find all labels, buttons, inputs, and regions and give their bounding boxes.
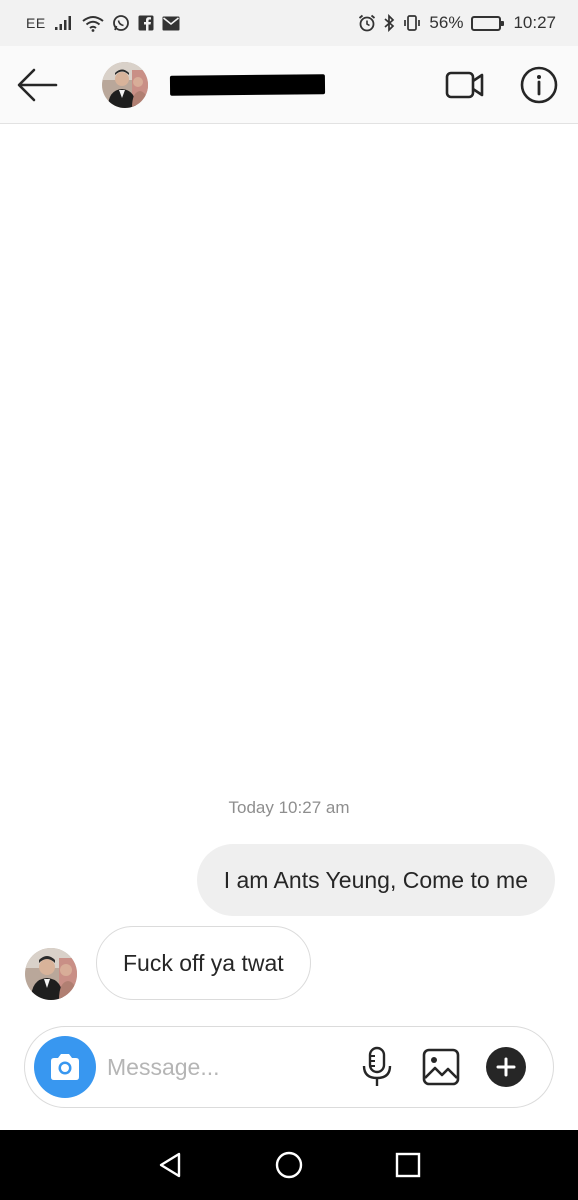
outgoing-message-text: I am Ants Yeung, Come to me <box>223 866 528 893</box>
gallery-button[interactable] <box>421 1047 461 1087</box>
contact-avatar[interactable] <box>102 62 148 108</box>
system-navigation-bar <box>0 1130 578 1200</box>
carrier-label: EE <box>26 15 46 31</box>
battery-percent: 56% <box>429 13 464 32</box>
back-button[interactable] <box>16 65 60 105</box>
bluetooth-icon <box>384 14 395 32</box>
back-arrow-icon <box>17 68 58 102</box>
more-options-button[interactable] <box>486 1047 526 1087</box>
microphone-icon <box>362 1046 392 1086</box>
info-button[interactable] <box>518 64 560 106</box>
vibrate-icon <box>403 14 421 32</box>
nav-back-icon <box>159 1152 180 1178</box>
message-timestamp: Today 10:27 am <box>228 798 350 817</box>
alarm-icon <box>358 14 376 32</box>
message-composer <box>24 1026 554 1108</box>
camera-icon <box>51 1054 79 1080</box>
gallery-icon <box>422 1048 460 1086</box>
nav-home-button[interactable] <box>267 1143 311 1187</box>
wifi-icon <box>82 15 104 32</box>
contact-name-redacted[interactable] <box>169 74 326 96</box>
status-bar-right: 56% 10:27 <box>358 13 556 33</box>
battery-outline <box>471 15 505 31</box>
whatsapp-icon <box>112 14 130 32</box>
nav-back-button[interactable] <box>148 1143 192 1187</box>
camera-button[interactable] <box>34 1036 96 1098</box>
voice-message-button[interactable] <box>359 1046 395 1088</box>
nav-recents-button[interactable] <box>386 1143 430 1187</box>
incoming-message-text: Fuck off ya twat <box>123 949 284 976</box>
video-call-icon <box>445 71 484 99</box>
nav-recents-icon <box>396 1152 421 1178</box>
status-bar-left: EE <box>26 14 180 32</box>
status-bar: EE 56% 10:27 <box>0 0 578 46</box>
outgoing-message-bubble[interactable]: I am Ants Yeung, Come to me <box>196 844 555 916</box>
incoming-message-bubble[interactable]: Fuck off ya twat <box>96 926 311 1000</box>
facebook-icon <box>138 15 154 31</box>
sender-avatar[interactable] <box>25 948 77 1000</box>
message-input[interactable] <box>107 1047 347 1087</box>
message-thread[interactable]: Today 10:27 am I am Ants Yeung, Come to … <box>0 124 578 1130</box>
video-call-button[interactable] <box>444 66 486 104</box>
battery-icon <box>471 15 505 31</box>
signal-icon <box>54 15 74 31</box>
mail-icon <box>162 16 180 31</box>
conversation-header <box>0 46 578 124</box>
plus-icon <box>496 1057 516 1077</box>
nav-home-icon <box>275 1151 303 1179</box>
clock: 10:27 <box>513 13 556 32</box>
info-icon <box>520 66 558 104</box>
